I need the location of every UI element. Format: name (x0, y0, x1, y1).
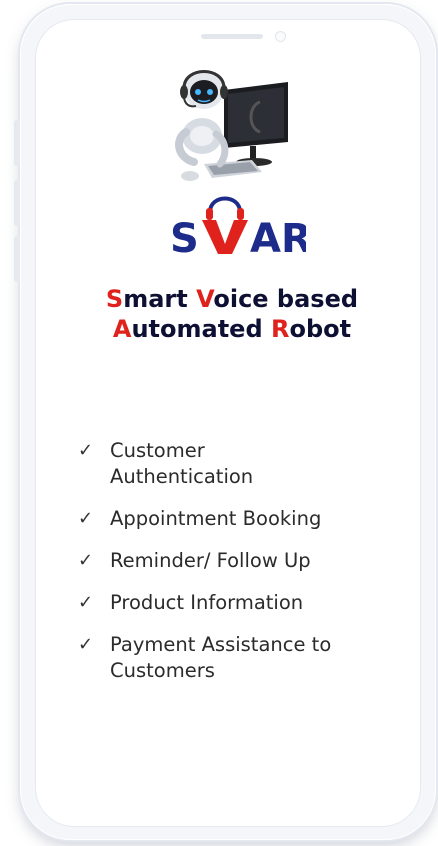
feature-item: ✓ Appointment Booking (78, 506, 398, 532)
phone-speaker (201, 34, 263, 39)
feature-label: Product Information (110, 591, 304, 614)
checkmark-icon: ✓ (78, 634, 94, 655)
checkmark-icon: ✓ (78, 508, 94, 529)
feature-list: ✓ Customer Authentication ✓ Appointment … (78, 438, 398, 700)
phone-side-button-3 (14, 236, 20, 282)
feature-label: Appointment Booking (110, 507, 322, 530)
svg-text:S: S (170, 216, 199, 256)
headset-icon (208, 196, 242, 213)
tagline-line-2: Automated Robot (60, 314, 404, 344)
robot-at-computer-icon (175, 70, 288, 181)
tagline-initial-r: R (271, 315, 290, 343)
tagline-text: oice based (213, 285, 359, 313)
phone-camera (275, 31, 286, 42)
feature-item: ✓ Product Information (78, 590, 398, 616)
tagline-initial-s: S (105, 285, 124, 313)
phone-side-button-2 (14, 180, 20, 226)
checkmark-icon: ✓ (78, 550, 94, 571)
tagline-text: utomated (131, 315, 271, 343)
phone-side-button-1 (14, 120, 20, 166)
checkmark-icon: ✓ (78, 440, 94, 461)
feature-label: Customer Authentication (110, 439, 254, 488)
svg-text:AR: AR (250, 216, 306, 256)
feature-label: Reminder/ Follow Up (110, 549, 311, 572)
feature-label: Payment Assistance to Customers (110, 633, 332, 682)
tagline-text: mart (123, 285, 197, 313)
tagline-initial-v: V (196, 285, 214, 313)
tagline-text: obot (289, 315, 352, 343)
tagline-initial-a: A (112, 315, 132, 343)
checkmark-icon: ✓ (78, 592, 94, 613)
feature-item: ✓ Payment Assistance to Customers (78, 632, 398, 684)
feature-item: ✓ Reminder/ Follow Up (78, 548, 398, 574)
svar-logo: S AR (170, 196, 306, 256)
feature-item: ✓ Customer Authentication (78, 438, 398, 490)
tagline-line-1: Smart Voice based (60, 284, 404, 314)
tagline: Smart Voice based Automated Robot (60, 284, 404, 344)
